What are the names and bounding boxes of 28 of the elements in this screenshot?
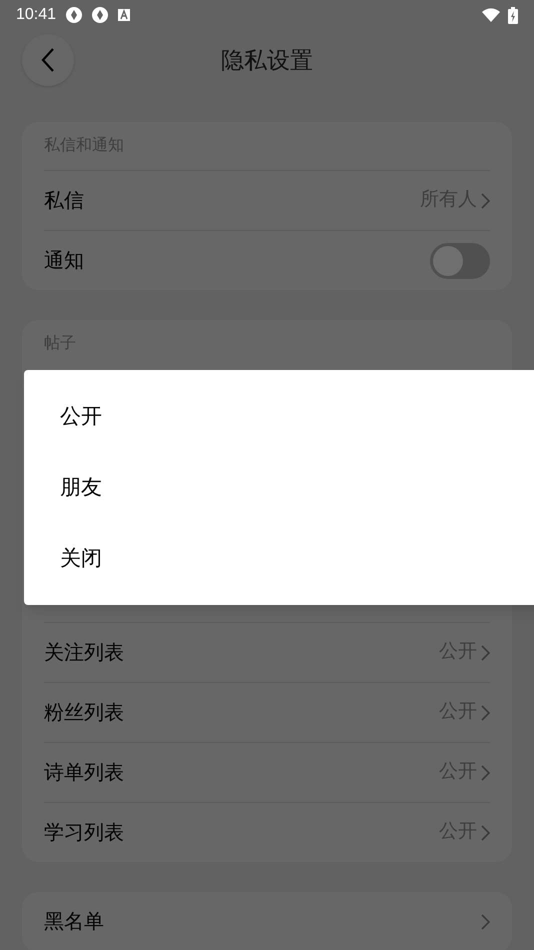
- chevron-right-icon: [481, 824, 490, 840]
- row-label: 通知: [44, 248, 84, 274]
- chevron-right-icon: [481, 764, 490, 780]
- font-notification-icon: [118, 9, 130, 21]
- chevron-right-icon: [481, 644, 490, 660]
- back-icon: [41, 47, 55, 73]
- dialog-option[interactable]: 关闭: [24, 523, 534, 594]
- row-label: 粉丝列表: [44, 700, 124, 726]
- row-label: 黑名单: [44, 910, 104, 935]
- settings-row[interactable]: 通知: [44, 230, 490, 290]
- app-notification-icon: [92, 7, 108, 23]
- chevron-right-icon: [481, 914, 490, 930]
- app-notification-icon: [66, 7, 82, 23]
- chevron-right-icon: [481, 704, 490, 720]
- settings-row[interactable]: 黑名单: [44, 892, 490, 950]
- dialog-option[interactable]: 公开: [24, 381, 534, 452]
- wifi-icon: [482, 8, 500, 22]
- dialog-option[interactable]: 朋友: [24, 452, 534, 523]
- battery-charging-icon: [508, 6, 518, 24]
- row-label: 关注列表: [44, 640, 124, 666]
- page-title: 隐私设置: [221, 46, 313, 75]
- status-time: 10:41: [16, 5, 56, 25]
- row-label: 学习列表: [44, 820, 124, 846]
- back-button[interactable]: [22, 34, 74, 86]
- chevron-right-icon: [481, 192, 490, 208]
- toggle-switch[interactable]: [430, 242, 490, 278]
- row-label: 诗单列表: [44, 760, 124, 786]
- row-label: 私信: [44, 188, 84, 214]
